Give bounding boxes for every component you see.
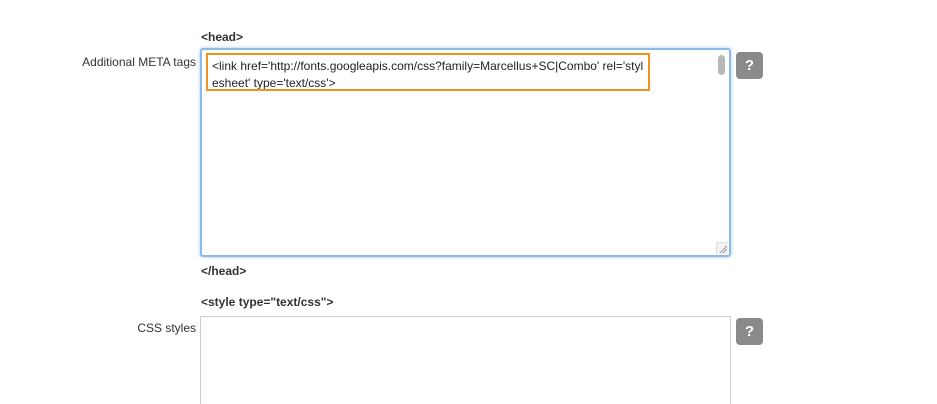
meta-tags-highlighted-text: <link href='http://fonts.googleapis.com/…: [206, 53, 650, 91]
head-close-tag: </head>: [201, 264, 247, 278]
scroll-thumb[interactable]: [718, 55, 725, 75]
css-styles-textarea[interactable]: [200, 316, 731, 404]
meta-tags-label: Additional META tags: [82, 55, 196, 69]
resize-handle-icon[interactable]: [716, 242, 728, 254]
page: <head> Additional META tags <link href='…: [0, 0, 937, 404]
meta-tags-textarea[interactable]: <link href='http://fonts.googleapis.com/…: [200, 48, 731, 257]
css-styles-label: CSS styles: [137, 321, 196, 335]
meta-tags-help-button[interactable]: ?: [736, 52, 763, 79]
style-open-tag: <style type="text/css">: [201, 295, 334, 309]
css-styles-help-button[interactable]: ?: [736, 318, 763, 345]
meta-tags-scrollbar[interactable]: [716, 52, 727, 242]
head-open-tag: <head>: [201, 30, 244, 44]
